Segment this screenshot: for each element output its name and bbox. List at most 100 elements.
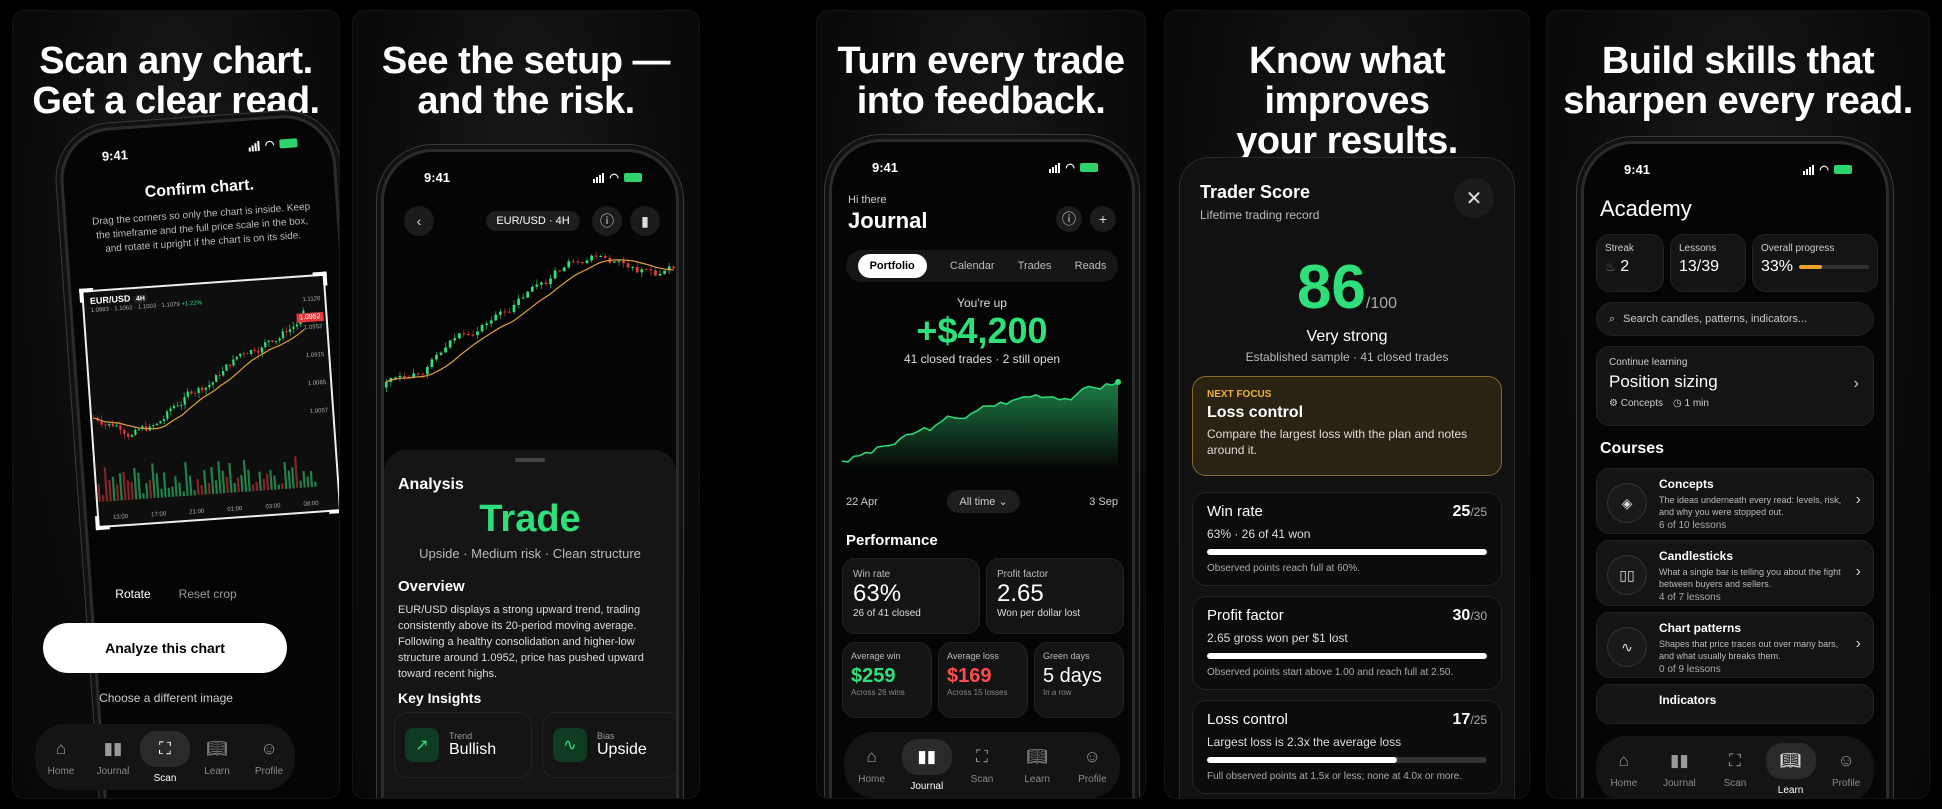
candle-body: [617, 260, 621, 262]
candle-body: [498, 311, 502, 315]
metric-note: Observed points reach full at 60%.: [1207, 563, 1360, 574]
tab-label: Scan: [970, 773, 994, 785]
volume-bar: [167, 487, 171, 498]
bookmark-button[interactable]: ▮: [630, 206, 660, 236]
insight-bias: ∿ Bias Upside: [542, 712, 676, 778]
tab-journal[interactable]: ▮▮ Journal: [1653, 750, 1705, 789]
reset-crop-button[interactable]: Reset crop: [179, 587, 237, 601]
tab-scan[interactable]: ⛶ Scan: [139, 730, 191, 784]
tab-reads[interactable]: Reads: [1075, 260, 1107, 272]
range-selector[interactable]: All time ⌄: [947, 490, 1020, 513]
volume-bar: [184, 462, 189, 496]
volume-bar: [302, 471, 306, 488]
crop-box[interactable]: EUR/USD 4H 1.0983 · 1.1062 · 1.1003 · 1.…: [79, 271, 339, 531]
candle-body: [263, 342, 267, 348]
volume-bar: [283, 461, 288, 489]
candle-body: [626, 263, 630, 268]
headline: Turn every trade into feedback.: [817, 41, 1145, 121]
tab-label: Journal: [910, 780, 944, 792]
candle-body: [183, 397, 186, 405]
tab-portfolio[interactable]: Portfolio: [857, 254, 927, 278]
analyze-chart-button[interactable]: Analyze this chart: [43, 623, 287, 673]
candle-body: [430, 359, 434, 367]
info-button[interactable]: ⓘ: [1056, 206, 1082, 232]
tab-scan[interactable]: ⛶ Scan: [1709, 750, 1761, 789]
tab-learn[interactable]: 📖︎ Learn: [191, 738, 243, 777]
candle-body: [208, 384, 211, 388]
candle-body: [137, 429, 141, 431]
tab-learn[interactable]: 📖︎ Learn: [1011, 746, 1063, 785]
score-metric-card[interactable]: Win rate 25/25 63% · 26 of 41 won Observed …: [1192, 492, 1502, 586]
candle-body: [576, 261, 580, 263]
tab-bar: ⌂ Home ▮▮ Journal ⛶ Scan 📖︎ Learn ☺ Profile: [1596, 736, 1874, 798]
insight-label: Trend: [449, 731, 473, 741]
metric-score: 30: [1452, 607, 1471, 624]
sheet-grabber[interactable]: [515, 458, 545, 462]
info-button[interactable]: ⓘ: [592, 206, 622, 236]
tab-profile[interactable]: ☺ Profile: [243, 738, 295, 777]
candle-body: [663, 270, 666, 274]
tab-profile[interactable]: ☺ Profile: [1820, 750, 1872, 789]
add-button[interactable]: +: [1090, 206, 1116, 232]
course-card[interactable]: ◈ Concepts The ideas underneath every read…: [1596, 468, 1874, 534]
tab-home[interactable]: ⌂ Home: [35, 738, 87, 777]
candle-body: [398, 375, 402, 378]
tab-calendar[interactable]: Calendar: [950, 260, 995, 272]
search-input[interactable]: ⌕ Search candles, patterns, indicators..…: [1596, 302, 1874, 336]
headline-line: and the risk.: [417, 80, 635, 122]
rotate-button[interactable]: Rotate: [115, 587, 150, 601]
metric-max: /25: [1470, 505, 1487, 519]
headline-line: Turn every trade: [837, 40, 1125, 82]
continue-learning-card[interactable]: Continue learning Position sizing ⚙ Conc…: [1596, 346, 1874, 426]
back-button[interactable]: ‹: [404, 206, 434, 236]
battery-icon: [1834, 165, 1852, 174]
candle-body: [603, 256, 607, 258]
candle-body: [155, 423, 159, 426]
tab-trades[interactable]: Trades: [1018, 260, 1052, 272]
candle-body: [613, 261, 616, 263]
focus-text: Compare the largest loss with the plan a…: [1207, 427, 1468, 457]
course-card[interactable]: ▯▯ Candlesticks What a single bar is telli…: [1596, 540, 1874, 606]
tab-journal[interactable]: ▮▮ Journal: [901, 738, 953, 792]
candle-body: [235, 356, 238, 360]
tab-label: Home: [858, 773, 885, 785]
tab-scan[interactable]: ⛶ Scan: [956, 746, 1008, 785]
page-title: Academy: [1600, 196, 1692, 221]
overview-text: EUR/USD displays a strong upward trend, …: [398, 604, 644, 680]
book-icon: 📖︎: [206, 738, 228, 758]
candle-body: [204, 387, 208, 390]
next-focus-card[interactable]: NEXT FOCUS Loss control Compare the larg…: [1192, 376, 1502, 476]
score-max: /100: [1365, 295, 1398, 312]
tab-learn[interactable]: 📖︎ Learn: [1765, 742, 1817, 796]
x-tick: 01:00: [227, 505, 243, 514]
tab-profile[interactable]: ☺ Profile: [1066, 746, 1118, 785]
stat-label: Green days: [1043, 651, 1090, 661]
candle-body: [295, 324, 299, 327]
tab-label: Learn: [1777, 784, 1804, 796]
volume-bar: [265, 473, 270, 491]
candle-body: [476, 331, 479, 336]
course-card[interactable]: Indicators: [1596, 684, 1874, 724]
score-metric-card[interactable]: Profit factor 30/30 2.65 gross won per $1 …: [1192, 596, 1502, 690]
focus-label: NEXT FOCUS: [1207, 389, 1272, 400]
volume-bar: [210, 467, 215, 495]
chart-range-row: 22 Apr All time ⌄ 3 Sep: [846, 490, 1118, 513]
tab-home[interactable]: ⌂ Home: [1598, 750, 1650, 789]
choose-image-link[interactable]: Choose a different image: [13, 691, 319, 705]
course-card[interactable]: ∿ Chart patterns Shapes that price traces …: [1596, 612, 1874, 678]
wifi-icon: ◠: [264, 138, 275, 152]
phone-frame: 9:41 ◠ Hi there Journal ⓘ + Portfolio Ca…: [829, 139, 1135, 798]
phone-frame: 9:41 ◠ Academy Streak ♨ 2 Lessons 13/39 …: [1581, 141, 1889, 798]
status-bar: 9:41 ◠: [101, 135, 298, 164]
tab-bar: ⌂ Home ▮▮ Journal ⛶ Scan 📖︎ Learn ☺ Profile: [844, 732, 1120, 798]
status-bar: 9:41 ◠: [872, 160, 1098, 175]
tab-journal[interactable]: ▮▮ Journal: [87, 738, 139, 777]
analysis-sheet: Analysis Trade Upside · Medium risk · Cl…: [384, 450, 676, 798]
person-icon: ☺: [1083, 746, 1102, 766]
gear-icon: ⚙: [1609, 398, 1618, 409]
candle-body: [130, 434, 134, 437]
stat-label: Average loss: [947, 651, 999, 661]
score-metric-card[interactable]: Loss control 17/25 Largest loss is 2.3x th…: [1192, 700, 1502, 794]
close-button[interactable]: ✕: [1454, 178, 1494, 218]
tab-home[interactable]: ⌂ Home: [846, 746, 898, 785]
